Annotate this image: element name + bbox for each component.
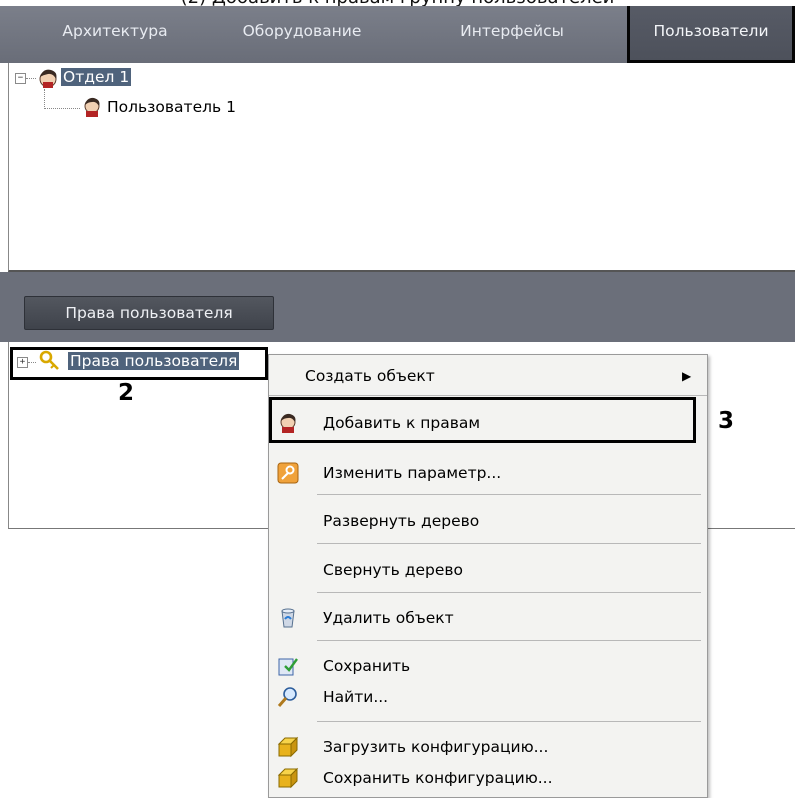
menu-item-save[interactable]: Сохранить [269,653,707,679]
tree-node-user-rights[interactable]: Права пользователя [68,352,240,370]
callout-2: 2 [118,380,135,406]
menu-item-collapse-tree[interactable]: Свернуть дерево [269,557,707,583]
user-rights-button[interactable]: Права пользователя [24,296,274,330]
menu-item-create-object[interactable]: Создать объект ▶ [269,363,707,389]
menu-item-find[interactable]: Найти... [269,684,707,710]
users-tree-panel: − Отдел 1 Пользователь 1 [8,63,795,272]
submenu-arrow-icon: ▶ [682,369,692,383]
menu-item-delete-object[interactable]: Удалить объект [269,605,707,631]
load-config-box-icon [277,736,299,758]
user-face-icon [277,412,299,434]
save-check-icon [277,655,299,677]
tab-users[interactable]: Пользователи [627,6,795,63]
tree-node-user[interactable]: Пользователь 1 [107,98,236,116]
collapse-toggle[interactable]: − [15,73,26,84]
tab-equipment[interactable]: Оборудование [222,6,382,63]
tab-interfaces[interactable]: Интерфейсы [432,6,592,63]
menu-item-change-parameter[interactable]: Изменить параметр... [269,460,707,486]
user-icon [81,96,103,122]
callout-3: 3 [718,408,735,434]
tree-node-department[interactable]: Отдел 1 [61,68,132,86]
department-icon [37,67,59,93]
menu-item-add-to-rights[interactable]: Добавить к правам [269,410,707,436]
tab-bar: Архитектура Оборудование Интерфейсы Поль… [0,6,795,63]
recycle-bin-icon [277,607,299,629]
expand-toggle[interactable]: + [17,357,28,368]
key-icon [39,350,61,376]
magnifier-icon [277,686,299,708]
tab-architecture[interactable]: Архитектура [40,6,190,63]
menu-item-expand-tree[interactable]: Развернуть дерево [269,508,707,534]
key-edit-icon [277,462,299,484]
save-config-box-icon [277,767,299,789]
menu-item-load-config[interactable]: Загрузить конфигурацию... [269,734,707,760]
context-menu: Создать объект ▶ Добавить к правам Измен… [268,354,708,798]
menu-item-save-config[interactable]: Сохранить конфигурацию... [269,765,707,791]
